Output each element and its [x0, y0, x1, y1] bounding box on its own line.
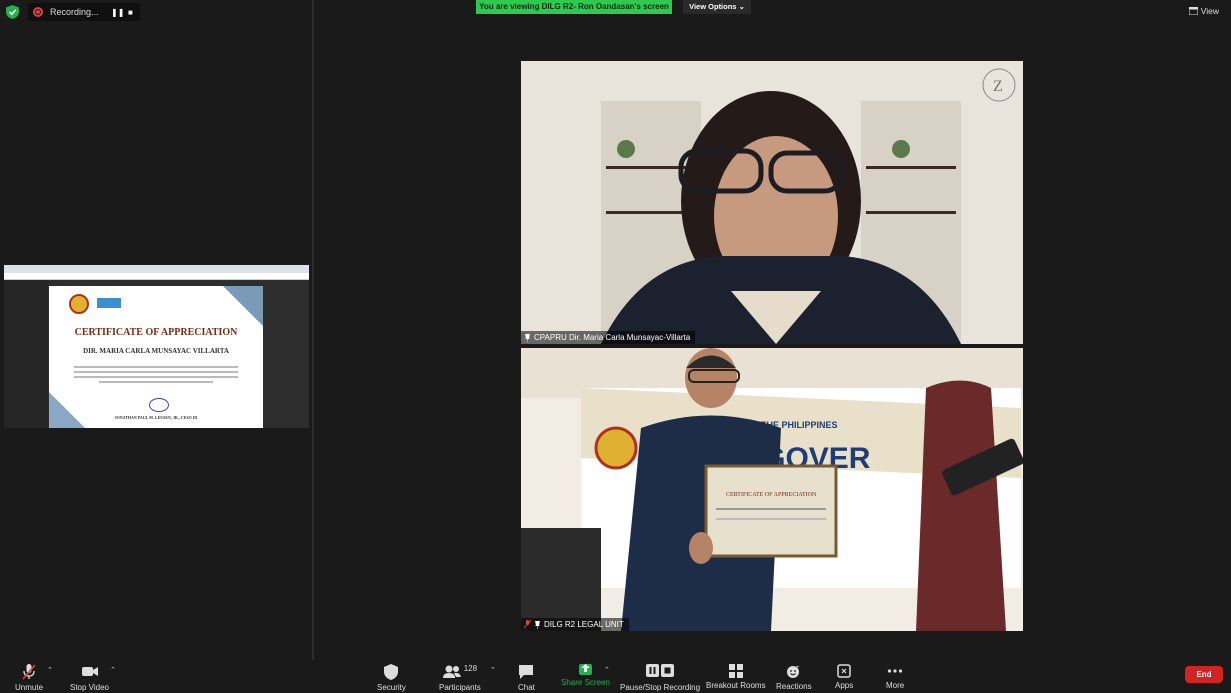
breakout-rooms-icon — [728, 664, 743, 678]
reactions-button[interactable]: + Reactions — [776, 664, 812, 691]
chat-bubble-icon — [519, 665, 534, 679]
apps-label: Apps — [835, 681, 854, 690]
video-options-caret-icon[interactable]: ⌃ — [110, 666, 116, 674]
view-options-label: View Options — [689, 2, 737, 11]
recording-dot-icon — [33, 7, 43, 17]
chevron-down-icon: ⌄ — [738, 2, 745, 11]
stop-video-label: Stop Video — [70, 683, 109, 692]
smiley-icon: + — [787, 665, 800, 678]
certificate-title: CERTIFICATE OF APPRECIATION — [74, 327, 238, 338]
chat-button[interactable]: Chat — [518, 664, 535, 692]
participants-button[interactable]: 128 Participants — [439, 664, 481, 692]
panel-divider[interactable] — [312, 0, 314, 660]
svg-text:CERTIFICATE OF APPRECIATION: CERTIFICATE OF APPRECIATION — [726, 492, 817, 498]
video-camera-icon — [81, 667, 98, 676]
end-meeting-button[interactable]: End — [1185, 666, 1223, 683]
pin-icon — [525, 333, 530, 342]
browser-address-bar — [4, 273, 309, 280]
share-options-caret-icon[interactable]: ⌃ — [604, 666, 610, 674]
participant-nameplate: CPAPRU Dir. Maria Carla Munsayac-Villart… — [521, 331, 696, 344]
view-button[interactable]: View — [1188, 6, 1219, 16]
browser-tab-strip — [4, 265, 309, 273]
participant-name: DILG R2 LEGAL UNIT — [544, 620, 624, 629]
unmute-button[interactable]: Unmute — [15, 664, 43, 692]
breakout-rooms-label: Breakout Rooms — [706, 681, 766, 690]
certificate-body-text — [74, 366, 238, 386]
participant-nameplate: DILG R2 LEGAL UNIT — [521, 618, 629, 631]
signature-mark — [149, 398, 169, 412]
dilg-seal-logo — [69, 294, 89, 314]
apps-icon — [837, 664, 851, 678]
meeting-toolbar: Unmute ⌃ Stop Video ⌃ Security 128 Parti… — [0, 660, 1231, 693]
pause-icon — [646, 664, 660, 677]
viewing-screen-banner: You are viewing DILG R2- Ron Oandasan's … — [476, 0, 672, 14]
more-dots-icon — [888, 669, 903, 673]
video-tile-speaker[interactable]: Z CPAPRU Dir. Maria Carla Munsayac-Villa… — [521, 61, 1023, 344]
dos-logo — [97, 298, 121, 308]
pause-stop-recording-button[interactable]: Pause/Stop Recording — [620, 664, 700, 692]
shield-check-icon[interactable] — [6, 5, 19, 19]
shared-screen-view[interactable]: CERTIFICATE OF APPRECIATION DIR. MARIA C… — [4, 265, 309, 428]
speaker-video-feed: Z — [521, 61, 1023, 344]
muted-mic-icon — [524, 620, 531, 629]
participants-label: Participants — [439, 683, 481, 692]
certificate-recipient: DIR. MARIA CARLA MUNSAYAC VILLARTA — [83, 347, 229, 355]
svg-text:Z: Z — [993, 78, 1003, 95]
video-tile-legal-unit[interactable]: THE PHILIPPINES L GOVER SOUR CERTIFICATE… — [521, 348, 1023, 631]
more-label: More — [886, 681, 905, 690]
security-label: Security — [377, 683, 406, 692]
certificate-corner-decoration — [49, 380, 97, 428]
certificate-document: CERTIFICATE OF APPRECIATION DIR. MARIA C… — [49, 286, 263, 428]
legal-unit-video-feed: THE PHILIPPINES L GOVER SOUR CERTIFICATE… — [521, 348, 1023, 631]
security-shield-icon — [384, 664, 399, 680]
breakout-rooms-button[interactable]: Breakout Rooms — [706, 664, 766, 690]
view-options-button[interactable]: View Options ⌄ — [683, 0, 751, 14]
chat-label: Chat — [518, 683, 535, 692]
pin-icon — [535, 620, 540, 629]
pause-recording-icon[interactable]: ❚❚ — [111, 8, 124, 17]
shared-sidebar — [4, 280, 48, 428]
svg-text:+: + — [796, 665, 800, 671]
more-button[interactable]: More — [886, 664, 904, 690]
participant-name: CPAPRU Dir. Maria Carla Munsayac-Villart… — [534, 333, 691, 342]
pause-stop-recording-label: Pause/Stop Recording — [620, 683, 701, 692]
participant-count: 128 — [463, 664, 478, 673]
reactions-label: Reactions — [776, 682, 812, 691]
audio-options-caret-icon[interactable]: ⌃ — [47, 666, 53, 674]
meeting-top-bar: Recording... ❚❚ ■ You are viewing DILG R… — [0, 0, 1231, 24]
muted-microphone-icon — [22, 664, 36, 680]
certificate-signer: JONATHAN PAUL M. LEUSEN, JR., CESO III — [114, 415, 198, 420]
share-screen-icon — [578, 664, 592, 675]
share-screen-button[interactable]: Share Screen — [561, 661, 610, 687]
recording-label: Recording... — [50, 7, 99, 17]
recording-indicator: Recording... ❚❚ ■ — [28, 3, 140, 21]
shared-screen-content: CERTIFICATE OF APPRECIATION DIR. MARIA C… — [4, 280, 309, 428]
participants-options-caret-icon[interactable]: ⌃ — [490, 666, 496, 674]
stop-recording-icon[interactable]: ■ — [128, 8, 133, 17]
participants-icon — [442, 665, 461, 678]
unmute-label: Unmute — [15, 683, 44, 692]
security-button[interactable]: Security — [377, 664, 406, 692]
stop-icon — [661, 664, 675, 677]
apps-button[interactable]: Apps — [835, 664, 853, 690]
view-label: View — [1200, 6, 1219, 16]
shared-right-panel — [266, 280, 309, 428]
stop-video-button[interactable]: Stop Video — [70, 664, 109, 692]
share-screen-label: Share Screen — [561, 678, 610, 687]
grid-view-icon — [1188, 7, 1198, 15]
